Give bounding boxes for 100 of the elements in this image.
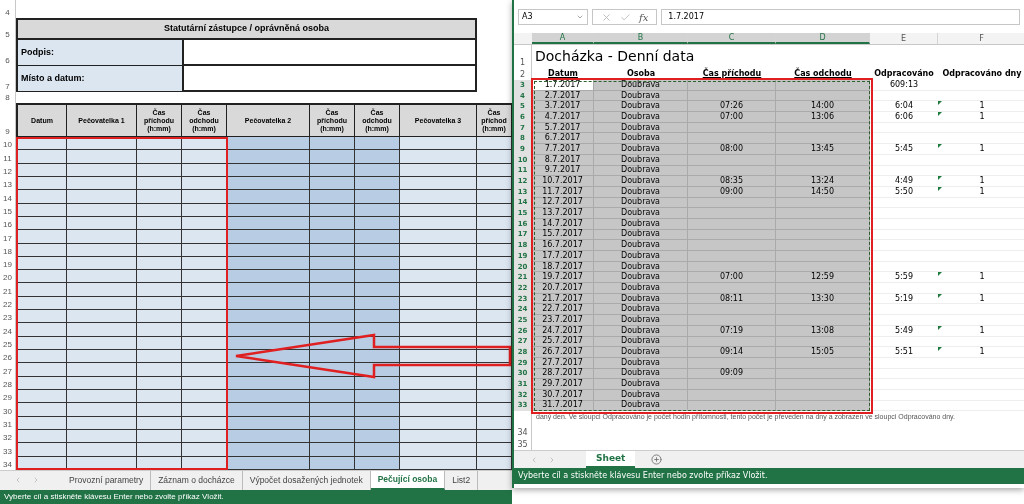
- row-number: 34: [514, 411, 532, 439]
- row-number: 26: [0, 350, 16, 364]
- table-cell: [182, 323, 227, 337]
- table-cell: Doubrava: [594, 304, 688, 316]
- scroll-right-icon[interactable]: [32, 476, 40, 485]
- table-cell: Doubrava: [594, 325, 688, 337]
- table-cell: [16, 150, 67, 164]
- table-cell: 08:35: [688, 176, 776, 187]
- column-header: Osoba: [625, 68, 657, 80]
- table-cell: [67, 230, 137, 244]
- input-field[interactable]: [182, 66, 477, 92]
- column-letter[interactable]: A: [532, 33, 594, 44]
- sheet-tab[interactable]: Záznam o docházce: [151, 470, 243, 490]
- table-cell: 13:24: [776, 176, 870, 187]
- table-cell: Doubrava: [594, 80, 688, 91]
- row-number: 14: [0, 190, 16, 204]
- column-header: Odpracováno: [873, 68, 935, 80]
- row-number: 2: [514, 68, 532, 80]
- table-cell: [310, 190, 355, 204]
- table-cell: Doubrava: [594, 144, 688, 155]
- table-cell: 7.7.2017: [532, 144, 594, 155]
- table-cell: [16, 270, 67, 284]
- table-cell: 09:14: [688, 347, 776, 358]
- row-number: 24: [0, 323, 16, 337]
- table-cell: Doubrava: [594, 315, 688, 326]
- table-cell: 19.7.2017: [532, 272, 594, 284]
- table-cell: Doubrava: [594, 218, 688, 230]
- column-letter[interactable]: E: [870, 33, 938, 44]
- table-cell: [67, 150, 137, 164]
- table-cell: [137, 230, 182, 244]
- name-box[interactable]: A3: [518, 9, 588, 25]
- table-cell: [16, 403, 67, 417]
- table-cell: [67, 403, 137, 417]
- table-cell: [310, 230, 355, 244]
- table-cell: Doubrava: [594, 347, 688, 358]
- confirm-icon[interactable]: [620, 11, 631, 23]
- table-cell: [67, 350, 137, 364]
- table-cell: [16, 323, 67, 337]
- sheet-tab[interactable]: Provozní parametry: [62, 470, 152, 490]
- table-cell: [137, 443, 182, 457]
- table-cell: Doubrava: [594, 379, 688, 390]
- table-cell: 23.7.2017: [532, 315, 594, 326]
- table-cell: 15:05: [776, 347, 870, 358]
- scroll-left-icon[interactable]: [14, 476, 22, 485]
- row-number: 11: [0, 150, 16, 164]
- table-cell: 6:04: [895, 102, 913, 111]
- table-cell: 1: [979, 187, 985, 196]
- table-cell: [16, 230, 67, 244]
- table-cell: [137, 283, 182, 297]
- table-cell: Doubrava: [594, 357, 688, 369]
- scroll-left-icon[interactable]: [530, 455, 538, 464]
- sheet-tab[interactable]: Výpočet dosažených jednotek: [242, 470, 371, 490]
- table-cell: [477, 403, 512, 417]
- column-letter[interactable]: B: [594, 33, 688, 44]
- input-field[interactable]: [182, 40, 477, 66]
- table-cell: [477, 310, 512, 324]
- column-letter[interactable]: C: [688, 33, 776, 44]
- formula-field[interactable]: 1.7.2017: [661, 9, 1020, 25]
- table-cell: 22.7.2017: [532, 304, 594, 316]
- table-cell: 1: [979, 102, 985, 111]
- table-cell: [310, 310, 355, 324]
- table-cell: [477, 190, 512, 204]
- table-cell: 17.7.2017: [532, 251, 594, 262]
- row-number: 17: [0, 230, 16, 244]
- sheet-tab[interactable]: Sheet: [586, 451, 636, 469]
- table-cell: 1: [979, 326, 985, 335]
- table-cell: Doubrava: [594, 208, 688, 219]
- table-cell: 14.7.2017: [532, 218, 594, 230]
- table-cell: 21.7.2017: [532, 293, 594, 305]
- cancel-icon[interactable]: [601, 11, 612, 23]
- table-cell: [477, 150, 512, 164]
- table-cell: 5:49: [895, 326, 913, 335]
- table-cell: 26.7.2017: [532, 347, 594, 358]
- table-cell: [310, 350, 355, 364]
- table-cell: 12.7.2017: [532, 197, 594, 209]
- table-cell: Doubrava: [594, 272, 688, 284]
- sheet-title: Docházka - Denní data: [534, 47, 696, 66]
- table-cell: 1: [979, 112, 985, 121]
- row-number: 35: [514, 438, 532, 451]
- row-number: 1: [514, 45, 532, 68]
- table-cell: [137, 150, 182, 164]
- table-cell: 5:50: [895, 187, 913, 196]
- scroll-right-icon[interactable]: [548, 455, 556, 464]
- field-label: Podpis:: [16, 40, 182, 66]
- table-cell: [182, 190, 227, 204]
- add-sheet-icon[interactable]: [651, 454, 663, 466]
- table-cell: [16, 350, 67, 364]
- table-cell: [310, 403, 355, 417]
- sheet-tab[interactable]: List2: [445, 470, 479, 490]
- table-cell: [355, 350, 400, 364]
- column-letter[interactable]: F: [938, 33, 1024, 44]
- table-cell: [355, 230, 400, 244]
- table-cell: Doubrava: [594, 400, 688, 412]
- column-letter[interactable]: D: [776, 33, 870, 44]
- function-button[interactable]: fx: [639, 9, 649, 25]
- table-cell: 28.7.2017: [532, 368, 594, 380]
- row-number: 20: [0, 270, 16, 284]
- table-cell: 6:06: [895, 112, 913, 121]
- table-cell: [182, 230, 227, 244]
- sheet-tab[interactable]: Pečující osoba: [370, 470, 446, 490]
